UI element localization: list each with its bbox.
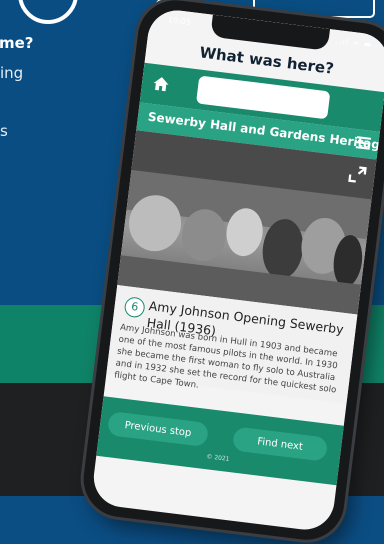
stop-number-badge: 6: [123, 296, 146, 319]
promo-line-3: s: [0, 122, 8, 140]
crowd-photo-image: [117, 130, 377, 315]
find-next-button[interactable]: Find next: [231, 426, 329, 462]
menu-icon[interactable]: [355, 136, 372, 150]
previous-stop-button[interactable]: Previous stop: [106, 411, 210, 448]
home-icon[interactable]: [151, 74, 171, 94]
historic-photo: [117, 130, 377, 315]
promo-line-2: ing: [0, 64, 24, 82]
phone-screen: What was here? Sewerby Hall and Gardens …: [90, 7, 384, 533]
bottom-bar: Previous stop Find next © 2021: [96, 396, 344, 486]
expand-icon[interactable]: [347, 164, 367, 184]
promo-line-1: me?: [0, 34, 34, 52]
